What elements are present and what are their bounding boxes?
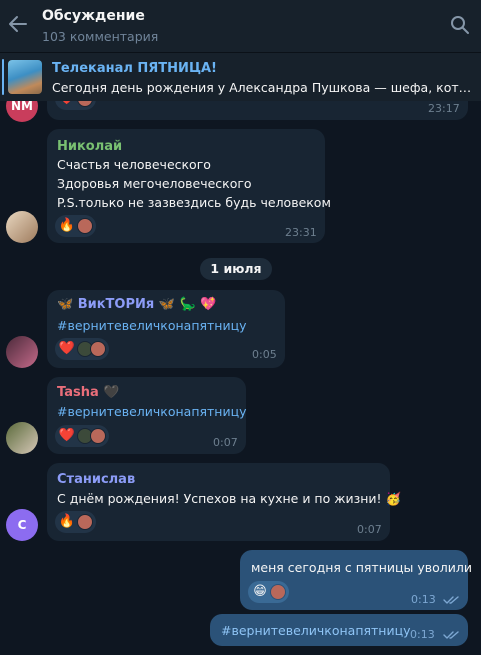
heart-reaction: ❤️ xyxy=(58,428,76,443)
avatar[interactable] xyxy=(6,336,38,368)
sender-name[interactable]: Tasha 🖤 xyxy=(57,385,119,400)
pinned-title: Телеканал ПЯТНИЦА! xyxy=(52,61,217,76)
reaction-pill[interactable]: 🔥 xyxy=(55,511,96,533)
message-text: меня сегодня с пятницы уволили xyxy=(251,560,472,575)
date-separator: 1 июля xyxy=(200,258,272,280)
hashtag-link[interactable]: #вернитевеличконапятницу xyxy=(57,402,247,421)
pinned-thumbnail xyxy=(8,60,42,94)
reaction-pill[interactable]: 🔥 xyxy=(55,215,96,237)
reaction-pill[interactable]: 😁 xyxy=(248,581,289,603)
reaction-pill[interactable]: ❤️ xyxy=(55,338,109,360)
reaction-pill[interactable]: ❤️ xyxy=(55,425,109,447)
message-line: Здоровья мегочеловеческого xyxy=(57,176,252,191)
message-time: 23:17 xyxy=(428,102,460,115)
reactor-avatar xyxy=(270,584,286,600)
comment-count: 103 комментария xyxy=(42,29,159,44)
fire-reaction: 🔥 xyxy=(58,218,76,233)
message-line: Счастья человеческого xyxy=(57,157,211,172)
avatar[interactable] xyxy=(6,422,38,454)
reactor-avatar xyxy=(90,341,106,357)
reactor-avatar xyxy=(77,218,93,234)
search-icon[interactable] xyxy=(450,15,470,35)
chat-header: Обсуждение 103 комментария xyxy=(0,0,481,52)
reactor-avatar xyxy=(77,514,93,530)
message-bubble[interactable]: 🦋 ВикТОРИя 🦋 🦕 💖 #вернитевеличконапятниц… xyxy=(47,290,285,368)
message-bubble[interactable]: Николай Счастья человеческого Здоровья м… xyxy=(47,129,331,243)
grin-reaction: 😁 xyxy=(253,584,267,599)
double-check-icon xyxy=(443,631,459,639)
message-time: 0:13 xyxy=(411,593,436,606)
outgoing-message-bubble[interactable]: #вернитевеличконапятницу 0:13 xyxy=(210,614,468,646)
message-time: 23:31 xyxy=(285,226,317,239)
back-arrow-icon[interactable] xyxy=(6,12,30,36)
message-time: 0:07 xyxy=(357,523,382,536)
heart-reaction: ❤️ xyxy=(58,341,76,356)
avatar[interactable] xyxy=(6,211,38,243)
message-text: С днём рождения! Успехов на кухне и по ж… xyxy=(57,491,402,506)
double-check-icon xyxy=(443,596,459,604)
sender-name[interactable]: Станислав xyxy=(57,472,135,487)
pinned-text: Сегодня день рождения у Александра Пушко… xyxy=(52,80,474,95)
message-time: 0:05 xyxy=(252,348,277,361)
pinned-accent-bar xyxy=(2,59,4,95)
hashtag-link[interactable]: #вернитевеличконапятницу xyxy=(57,316,247,335)
chat-title[interactable]: Обсуждение xyxy=(42,8,145,24)
message-bubble[interactable]: Tasha 🖤 #вернитевеличконапятницу ❤️ 0:07 xyxy=(47,377,247,454)
message-time: 0:07 xyxy=(213,436,238,449)
sender-name[interactable]: 🦋 ВикТОРИя 🦋 🦕 💖 xyxy=(57,297,216,312)
fire-reaction: 🔥 xyxy=(58,514,76,529)
message-bubble[interactable]: Станислав С днём рождения! Успехов на ку… xyxy=(47,463,401,541)
message-line: P.S.только не зазвездись будь человеком xyxy=(57,195,331,210)
pinned-message[interactable]: Телеканал ПЯТНИЦА! Сегодня день рождения… xyxy=(0,52,481,101)
avatar[interactable]: C xyxy=(6,509,38,541)
message-time: 0:13 xyxy=(410,628,435,641)
hashtag-link[interactable]: #вернитевеличконапятницу xyxy=(221,621,411,640)
avatar-initials: C xyxy=(17,518,27,532)
avatar-initials: NM xyxy=(11,99,33,113)
outgoing-message-bubble[interactable]: меня сегодня с пятницы уволили 😁 0:13 xyxy=(240,550,472,610)
sender-name[interactable]: Николай xyxy=(57,139,122,154)
reactor-avatar xyxy=(90,428,106,444)
